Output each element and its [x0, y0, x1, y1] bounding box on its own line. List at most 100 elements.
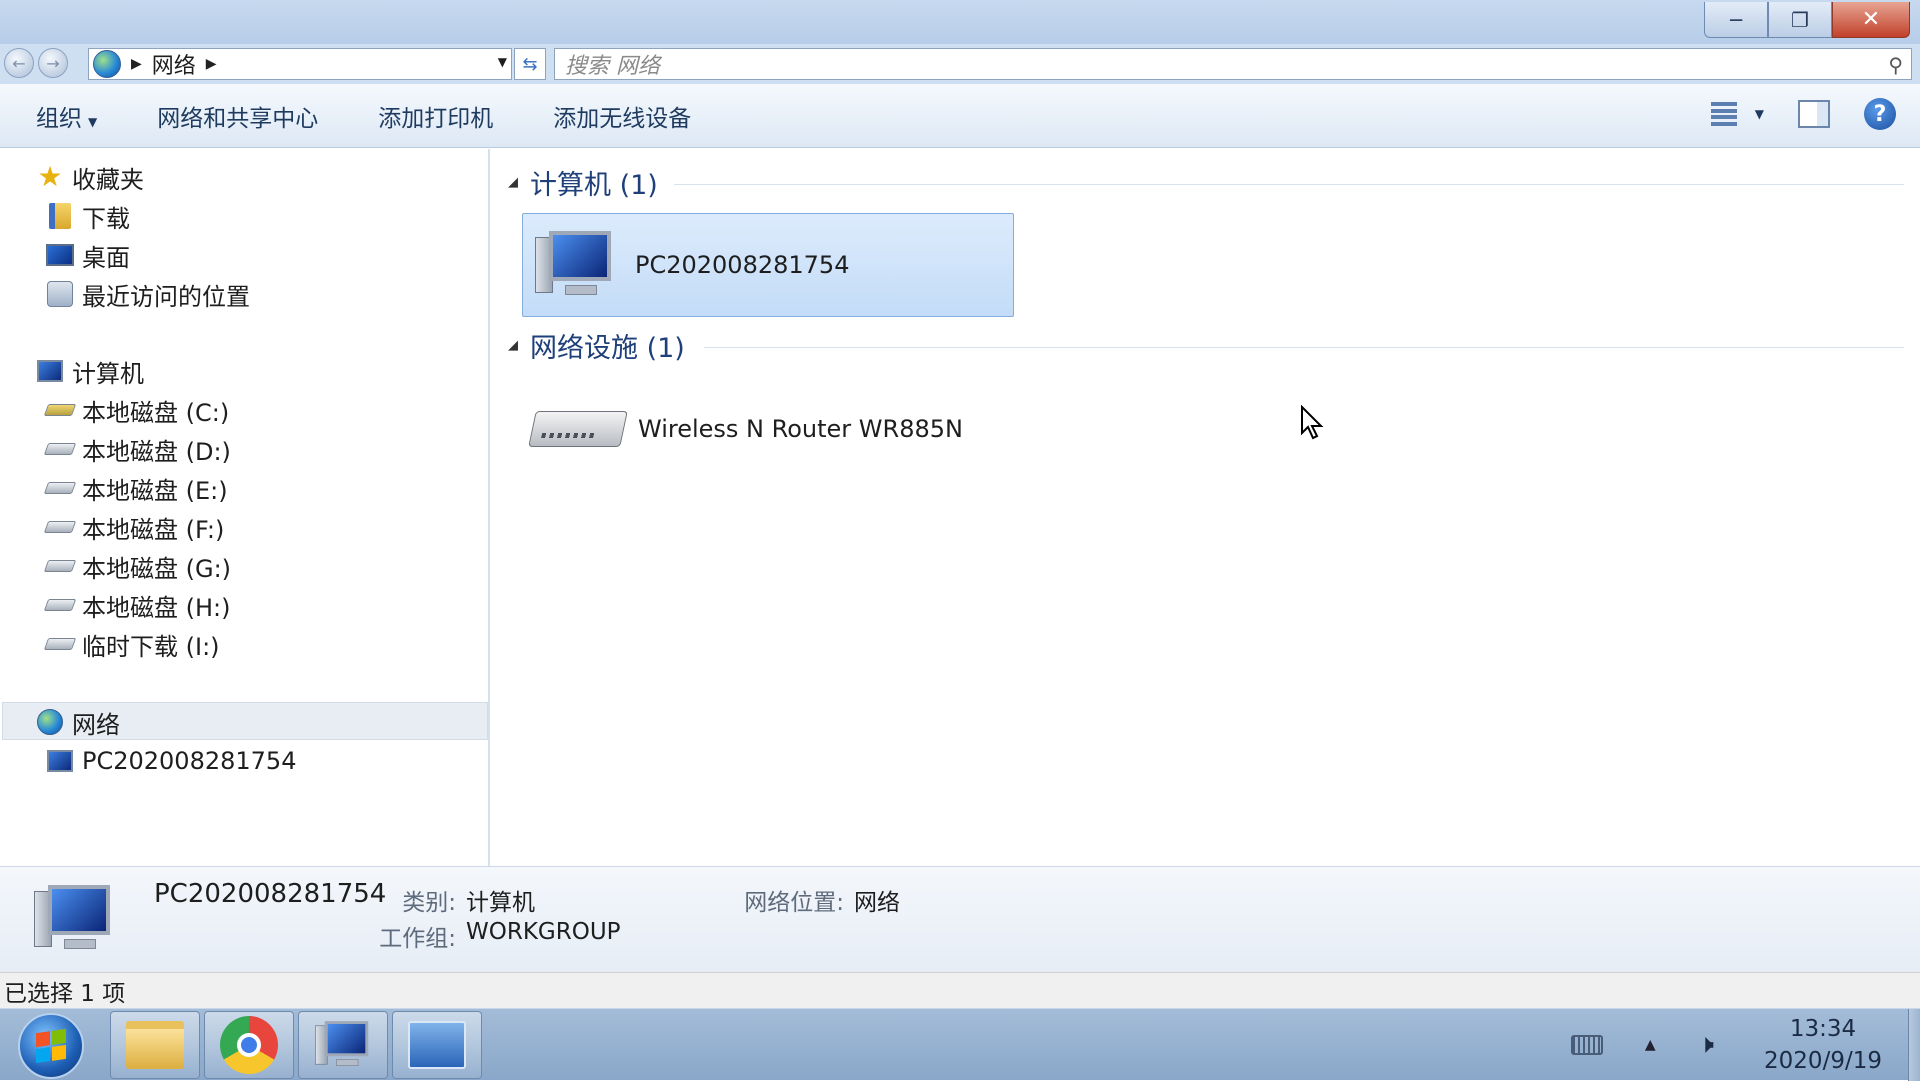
organize-label: 组织	[36, 105, 82, 132]
address-dropdown-icon[interactable]: ▼	[498, 55, 507, 69]
search-input[interactable]: 搜索 网络 ⚲	[554, 48, 1912, 80]
breadcrumb-arrow-icon[interactable]: ▶	[131, 56, 142, 72]
sidebar-item-label: 收藏夹	[72, 165, 144, 194]
drive-icon	[43, 435, 77, 463]
start-button[interactable]	[18, 1013, 84, 1079]
title-bar: ─ ❐ ✕	[0, 0, 1920, 44]
computer-icon	[312, 1018, 374, 1071]
drive-icon	[43, 513, 77, 541]
computer-icon	[30, 881, 120, 957]
taskbar-control-panel-button[interactable]	[392, 1011, 482, 1079]
router-item-tile[interactable]: Wireless N Router WR885N	[528, 381, 1050, 477]
help-icon[interactable]: ?	[1864, 98, 1896, 130]
details-item-name: PC202008281754	[154, 879, 387, 909]
drive-icon	[43, 591, 77, 619]
content-pane: ◢ 计算机 (1) PC202008281754 ◢ 网络设施 (1) Wire…	[492, 149, 1920, 866]
show-desktop-button[interactable]	[1908, 1009, 1920, 1081]
restore-button[interactable]: ❐	[1768, 2, 1832, 38]
minimize-button[interactable]: ─	[1704, 2, 1768, 38]
add-wireless-label: 添加无线设备	[553, 105, 692, 132]
speaker-icon[interactable]: 🕨	[1698, 1030, 1714, 1061]
sidebar-item-recent[interactable]: 最近访问的位置	[46, 278, 250, 311]
collapse-triangle-icon[interactable]: ◢	[508, 338, 518, 353]
sidebar-item-desktop[interactable]: 桌面	[46, 239, 130, 272]
breadcrumb-network[interactable]: 网络	[152, 48, 196, 80]
show-hidden-icons-icon[interactable]: ▲	[1645, 1037, 1656, 1053]
breadcrumb-arrow-icon[interactable]: ▶	[206, 56, 217, 72]
sidebar-item-label: 本地磁盘 (C:)	[82, 398, 230, 427]
keyboard-icon[interactable]	[1570, 1035, 1603, 1055]
drive-icon	[43, 630, 77, 658]
details-workgroup-label: 工作组:	[379, 926, 456, 952]
sidebar-item-downloads[interactable]: 下载	[46, 200, 130, 233]
sidebar-item-favorites[interactable]: ★ 收藏夹	[36, 161, 144, 194]
group-title: 网络设施 (1)	[530, 333, 685, 364]
details-category-value: 计算机	[466, 890, 535, 916]
taskbar-browser-button[interactable]	[204, 1011, 294, 1079]
command-bar-right: ▼ ?	[1710, 98, 1896, 130]
computer-icon	[531, 227, 621, 303]
search-icon[interactable]: ⚲	[1888, 53, 1903, 77]
sidebar-item-drive-g[interactable]: 本地磁盘 (G:)	[43, 550, 231, 583]
sidebar-item-label: 下载	[82, 204, 130, 233]
drive-icon	[43, 552, 77, 580]
sidebar-item-label: 计算机	[72, 359, 144, 388]
network-sharing-center-label: 网络和共享中心	[157, 105, 319, 132]
system-drive-icon	[43, 396, 77, 424]
network-globe-icon	[93, 50, 121, 78]
system-tray: ▲ 🕨 13:34 2020/9/19	[1570, 1009, 1920, 1081]
minimize-icon: ─	[1729, 7, 1743, 32]
desktop-icon	[46, 241, 74, 269]
group-header-computers[interactable]: ◢ 计算机 (1)	[508, 163, 658, 202]
sidebar-item-drive-e[interactable]: 本地磁盘 (E:)	[43, 472, 228, 505]
drive-icon	[43, 474, 77, 502]
chevron-down-icon: ▼	[1754, 107, 1764, 121]
sidebar-item-label: 本地磁盘 (F:)	[82, 515, 225, 544]
collapse-triangle-icon[interactable]: ◢	[508, 175, 518, 190]
clock-date: 2020/9/19	[1764, 1048, 1882, 1074]
network-globe-icon	[36, 708, 64, 736]
browser-icon	[220, 1016, 278, 1074]
forward-button[interactable]: →	[38, 48, 68, 78]
group-title: 计算机 (1)	[530, 170, 658, 201]
close-button[interactable]: ✕	[1832, 2, 1910, 38]
computer-item-tile[interactable]: PC202008281754	[522, 213, 1014, 317]
network-sharing-center-button[interactable]: 网络和共享中心	[157, 93, 318, 139]
forward-arrow-icon: →	[46, 53, 60, 73]
view-options-button[interactable]: ▼	[1710, 99, 1764, 129]
router-icon	[528, 411, 628, 447]
sidebar-item-drive-c[interactable]: 本地磁盘 (C:)	[43, 394, 230, 427]
back-button[interactable]: ←	[4, 48, 34, 78]
sidebar-item-network-pc[interactable]: PC202008281754	[46, 745, 296, 777]
address-bar[interactable]: ▶ 网络 ▶ ▼	[88, 48, 512, 80]
sidebar-item-network[interactable]: 网络	[36, 706, 120, 739]
details-workgroup-value: WORKGROUP	[466, 919, 621, 945]
group-divider	[674, 184, 1904, 185]
chevron-down-icon: ▼	[88, 114, 98, 129]
view-options-icon	[1710, 99, 1741, 129]
sidebar-item-drive-d[interactable]: 本地磁盘 (D:)	[43, 433, 231, 466]
windows-logo-icon	[36, 1028, 66, 1064]
taskbar-explorer-button[interactable]	[110, 1011, 200, 1079]
sidebar-item-computer[interactable]: 计算机	[36, 355, 144, 388]
add-printer-button[interactable]: 添加打印机	[378, 93, 493, 139]
organize-menu[interactable]: 组织 ▼	[36, 93, 97, 139]
control-panel-icon	[408, 1021, 466, 1069]
group-header-infrastructure[interactable]: ◢ 网络设施 (1)	[508, 326, 685, 365]
status-bar: 已选择 1 项	[0, 972, 1920, 1008]
refresh-button[interactable]: ⇆	[514, 48, 546, 80]
sidebar-item-drive-h[interactable]: 本地磁盘 (H:)	[43, 589, 231, 622]
router-item-label: Wireless N Router WR885N	[638, 415, 963, 443]
preview-pane-icon[interactable]	[1798, 100, 1830, 128]
search-placeholder: 搜索 网络	[565, 54, 660, 79]
window-controls: ─ ❐ ✕	[1704, 2, 1910, 38]
computer-item-label: PC202008281754	[635, 251, 850, 279]
taskbar-computer-button[interactable]	[298, 1011, 388, 1079]
sidebar-item-drive-i[interactable]: 临时下载 (I:)	[43, 628, 220, 661]
sidebar-item-label: 桌面	[82, 243, 130, 272]
clock[interactable]: 13:34 2020/9/19	[1748, 1013, 1898, 1077]
group-divider	[704, 347, 1904, 348]
sidebar-item-drive-f[interactable]: 本地磁盘 (F:)	[43, 511, 225, 544]
add-wireless-device-button[interactable]: 添加无线设备	[553, 93, 691, 139]
address-row: ← → ▶ 网络 ▶ ▼ ⇆ 搜索 网络 ⚲	[0, 44, 1920, 84]
